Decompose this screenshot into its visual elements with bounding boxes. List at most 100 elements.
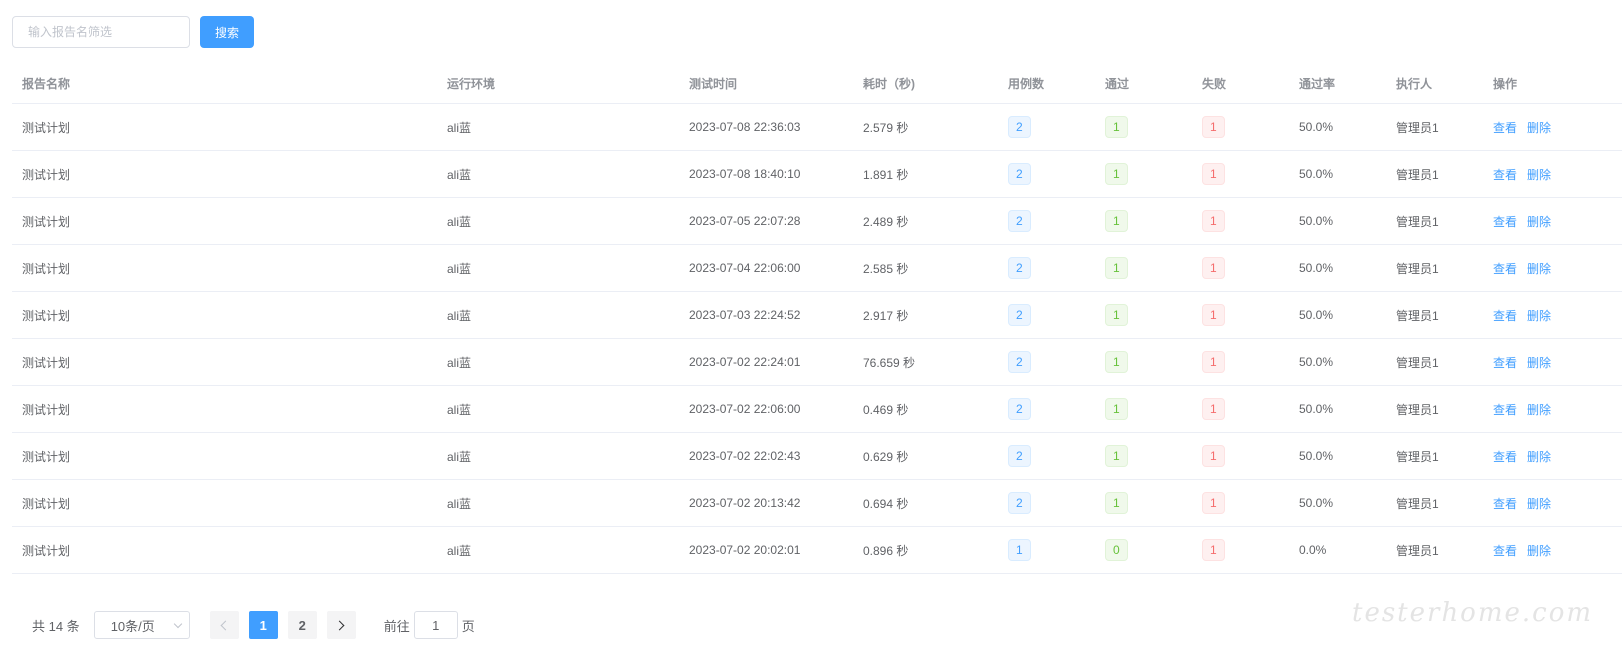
test-time-cell: 2023-07-08 22:36:03 [679,103,853,151]
delete-link[interactable]: 删除 [1527,121,1551,135]
duration-cell: 76.659 秒 [853,338,998,386]
prev-page-button[interactable] [209,611,239,639]
passed-cell: 0 [1095,526,1192,574]
passed-badge: 1 [1105,163,1128,185]
page-button-1[interactable]: 1 [248,611,278,639]
table-row: 测试计划 ali蓝 2023-07-02 20:02:01 0.896 秒 1 … [12,526,1622,574]
delete-link[interactable]: 删除 [1527,168,1551,182]
environment-cell: ali蓝 [437,197,679,245]
table-body: 测试计划 ali蓝 2023-07-08 22:36:03 2.579 秒 2 … [12,103,1622,574]
search-button[interactable]: 搜索 [200,16,254,48]
environment-cell: ali蓝 [437,526,679,574]
report-name-cell: 测试计划 [12,479,437,527]
duration-cell: 0.629 秒 [853,432,998,480]
report-name-filter-input[interactable] [12,16,190,48]
view-link[interactable]: 查看 [1493,497,1517,511]
page-button-2[interactable]: 2 [287,611,317,639]
actions-cell: 查看 删除 [1483,432,1622,480]
case-count-badge: 2 [1008,398,1031,420]
case-count-cell: 1 [998,526,1095,574]
executor-cell: 管理员1 [1386,479,1483,527]
delete-link[interactable]: 删除 [1527,215,1551,229]
table-row: 测试计划 ali蓝 2023-07-03 22:24:52 2.917 秒 2 … [12,291,1622,339]
table-row: 测试计划 ali蓝 2023-07-02 22:06:00 0.469 秒 2 … [12,385,1622,433]
case-count-badge: 2 [1008,492,1031,514]
report-name-cell: 测试计划 [12,244,437,292]
report-name-cell: 测试计划 [12,291,437,339]
pass-rate-cell: 50.0% [1289,291,1386,339]
failed-badge: 1 [1202,163,1225,185]
case-count-cell: 2 [998,385,1095,433]
delete-link[interactable]: 删除 [1527,262,1551,276]
view-link[interactable]: 查看 [1493,168,1517,182]
column-header-test-time: 测试时间 [679,64,853,104]
executor-cell: 管理员1 [1386,291,1483,339]
view-link[interactable]: 查看 [1493,121,1517,135]
column-header-pass-rate: 通过率 [1289,64,1386,104]
case-count-badge: 2 [1008,351,1031,373]
report-name-cell: 测试计划 [12,385,437,433]
failed-badge: 1 [1202,304,1225,326]
executor-cell: 管理员1 [1386,244,1483,292]
table-header: 报告名称 运行环境 测试时间 耗时（秒) 用例数 通过 失败 通过率 执行人 操… [12,64,1622,104]
view-link[interactable]: 查看 [1493,544,1517,558]
view-link[interactable]: 查看 [1493,215,1517,229]
column-header-actions: 操作 [1483,64,1622,104]
search-bar: 搜索 [12,16,254,48]
failed-cell: 1 [1192,385,1289,433]
actions-cell: 查看 删除 [1483,103,1622,151]
view-link[interactable]: 查看 [1493,450,1517,464]
actions-cell: 查看 删除 [1483,150,1622,198]
actions-cell: 查看 删除 [1483,385,1622,433]
goto-suffix: 页 [461,618,475,634]
delete-link[interactable]: 删除 [1527,356,1551,370]
passed-cell: 1 [1095,197,1192,245]
environment-cell: ali蓝 [437,385,679,433]
test-time-cell: 2023-07-02 22:24:01 [679,338,853,386]
goto-page-input[interactable] [413,611,458,639]
column-header-environment: 运行环境 [437,64,679,104]
delete-link[interactable]: 删除 [1527,544,1551,558]
view-link[interactable]: 查看 [1493,403,1517,417]
table-row: 测试计划 ali蓝 2023-07-02 22:24:01 76.659 秒 2… [12,338,1622,386]
failed-cell: 1 [1192,150,1289,198]
case-count-badge: 2 [1008,116,1031,138]
delete-link[interactable]: 删除 [1527,403,1551,417]
pass-rate-cell: 50.0% [1289,244,1386,292]
case-count-cell: 2 [998,479,1095,527]
delete-link[interactable]: 删除 [1527,497,1551,511]
passed-badge: 1 [1105,304,1128,326]
environment-cell: ali蓝 [437,432,679,480]
case-count-badge: 2 [1008,304,1031,326]
duration-cell: 2.579 秒 [853,103,998,151]
passed-badge: 1 [1105,351,1128,373]
chevron-down-icon [173,619,182,628]
view-link[interactable]: 查看 [1493,309,1517,323]
delete-link[interactable]: 删除 [1527,309,1551,323]
failed-cell: 1 [1192,291,1289,339]
passed-badge: 1 [1105,445,1128,467]
watermark: testerhome.com [1352,598,1594,628]
delete-link[interactable]: 删除 [1527,450,1551,464]
failed-badge: 1 [1202,539,1225,561]
duration-cell: 1.891 秒 [853,150,998,198]
failed-badge: 1 [1202,445,1225,467]
executor-cell: 管理员1 [1386,432,1483,480]
case-count-cell: 2 [998,291,1095,339]
case-count-cell: 2 [998,197,1095,245]
environment-cell: ali蓝 [437,244,679,292]
duration-cell: 0.694 秒 [853,479,998,527]
failed-cell: 1 [1192,103,1289,151]
actions-cell: 查看 删除 [1483,526,1622,574]
report-name-cell: 测试计划 [12,338,437,386]
column-header-case-count: 用例数 [998,64,1095,104]
view-link[interactable]: 查看 [1493,262,1517,276]
next-page-button[interactable] [326,611,356,639]
failed-cell: 1 [1192,479,1289,527]
chevron-left-icon [220,620,231,630]
report-name-cell: 测试计划 [12,526,437,574]
failed-badge: 1 [1202,257,1225,279]
pass-rate-cell: 50.0% [1289,103,1386,151]
view-link[interactable]: 查看 [1493,356,1517,370]
page-size-select[interactable]: 10条/页 [93,611,190,639]
